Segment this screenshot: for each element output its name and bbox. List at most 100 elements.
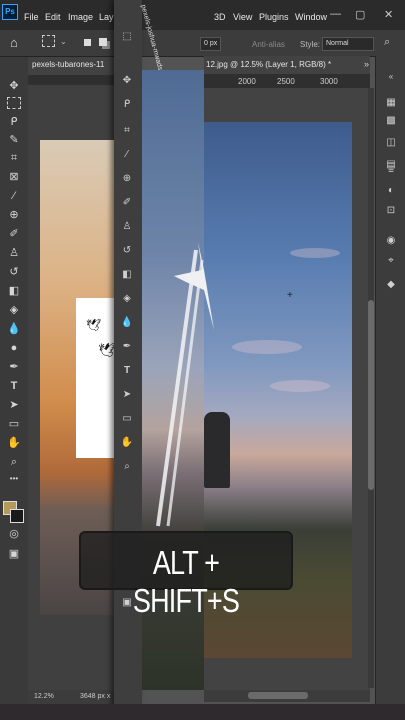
right-document-tab[interactable]: 12.jpg @ 12.5% (Layer 1, RGB/8) * bbox=[206, 60, 331, 69]
color-panel-icon[interactable]: ▦ bbox=[384, 96, 398, 110]
stamp-tool-icon[interactable]: ♙ bbox=[120, 220, 134, 234]
photoshop-logo: Ps bbox=[2, 4, 18, 20]
zoom-level[interactable]: 12.2% bbox=[34, 693, 54, 700]
type-tool-icon[interactable]: T bbox=[6, 379, 22, 393]
hand-tool-icon[interactable]: ✋ bbox=[120, 436, 134, 450]
dodge-tool-icon[interactable]: ● bbox=[6, 341, 22, 355]
add-selection-icon[interactable] bbox=[99, 38, 107, 46]
layers-panel-icon[interactable]: ◆ bbox=[384, 278, 398, 292]
history-brush-icon[interactable]: ↺ bbox=[120, 244, 134, 258]
cloud bbox=[290, 248, 340, 258]
home-icon[interactable]: ⌂ bbox=[10, 35, 18, 50]
blur-tool-icon[interactable]: 💧 bbox=[6, 322, 22, 336]
rectangle-tool-icon[interactable]: ▭ bbox=[6, 417, 22, 431]
chevron-down-icon[interactable]: ⌄ bbox=[60, 37, 67, 46]
anti-alias-label[interactable]: Anti-alias bbox=[252, 40, 285, 49]
taskbar-strip bbox=[0, 704, 405, 720]
collapse-chevron-icon[interactable]: « bbox=[384, 70, 398, 84]
eraser-tool-icon[interactable]: ◧ bbox=[6, 284, 22, 298]
eraser-tool-icon[interactable]: ◧ bbox=[120, 268, 134, 282]
paint-bucket-icon[interactable]: ◈ bbox=[120, 292, 134, 306]
blur-tool-icon[interactable]: 💧 bbox=[120, 316, 134, 330]
background-color-swatch[interactable] bbox=[10, 509, 24, 523]
hand-tool-icon[interactable]: ✋ bbox=[6, 436, 22, 450]
lasso-tool-icon[interactable]: ᑭ bbox=[120, 98, 134, 112]
menu-3d[interactable]: 3D bbox=[214, 12, 226, 22]
options-bar: ⌂ ⌄ 0 px Anti-alias Style: Normal ⌕ bbox=[0, 30, 405, 57]
menu-bar: Ps File Edit Image Lay 3D View Plugins W… bbox=[0, 0, 405, 30]
menu-image[interactable]: Image bbox=[68, 12, 93, 22]
white-selection-area: 🕊 🕊 bbox=[76, 298, 118, 458]
bird-icon: 🕊 bbox=[86, 318, 102, 332]
zoom-tool-icon[interactable]: ⌕ bbox=[6, 455, 22, 469]
path-select-icon[interactable]: ➤ bbox=[6, 398, 22, 412]
screen-mode-icon[interactable]: ▣ bbox=[6, 547, 22, 561]
search-icon[interactable]: ⌕ bbox=[384, 36, 390, 49]
horizontal-scroll-thumb[interactable] bbox=[248, 692, 308, 699]
marquee-tool-icon[interactable] bbox=[7, 97, 21, 109]
swatches-panel-icon[interactable]: ▩ bbox=[384, 114, 398, 128]
lasso-tool-icon[interactable]: ᑭ bbox=[6, 115, 22, 129]
quick-select-icon[interactable]: ✎ bbox=[6, 133, 22, 147]
pen-tool-icon[interactable]: ✒ bbox=[120, 340, 134, 354]
path-select-icon[interactable]: ➤ bbox=[120, 388, 134, 402]
marquee-icon[interactable] bbox=[42, 35, 55, 47]
brush-tool-icon[interactable]: ✐ bbox=[6, 227, 22, 241]
marquee-tool-icon[interactable]: ⬚ bbox=[120, 30, 134, 44]
right-panel-dock: « ▦ ▩ ◫ ▤ ≡ ◐ ⊡ ◉ ⌖ ◆ bbox=[375, 56, 405, 720]
rectangle-tool-icon[interactable]: ▭ bbox=[120, 412, 134, 426]
eyedropper-icon[interactable]: ⁄ bbox=[6, 189, 22, 203]
brush-tool-icon[interactable]: ✐ bbox=[120, 196, 134, 210]
pen-tool-icon[interactable]: ✒ bbox=[6, 360, 22, 374]
airplane-graphic bbox=[156, 242, 214, 527]
minimize-icon[interactable]: — bbox=[330, 8, 341, 20]
feather-input[interactable]: 0 px bbox=[200, 37, 222, 51]
menu-layer[interactable]: Lay bbox=[99, 12, 114, 22]
crop-tool-icon[interactable]: ⌗ bbox=[6, 151, 22, 165]
left-document-tab[interactable]: pexels-tubarones-11 bbox=[32, 60, 104, 69]
menu-window[interactable]: Window bbox=[295, 12, 327, 22]
left-toolbar: ✥ ᑭ ✎ ⌗ ⊠ ⁄ ⊕ ✐ ♙ ↺ ◧ ◈ 💧 ● ✒ T ➤ ▭ ✋ ⌕ … bbox=[0, 57, 29, 720]
cloud bbox=[232, 340, 302, 354]
vertical-scroll-thumb[interactable] bbox=[368, 300, 374, 490]
style-select[interactable]: Normal bbox=[322, 37, 374, 51]
ruler-label: 2000 bbox=[238, 77, 256, 86]
gradient-panel-icon[interactable]: ◫ bbox=[384, 136, 398, 150]
quick-mask-icon[interactable]: ◎ bbox=[6, 527, 22, 541]
channels-panel-icon[interactable]: ◉ bbox=[384, 234, 398, 248]
move-tool-icon[interactable]: ✥ bbox=[6, 79, 22, 93]
shortcut-caption-text: ALT + SHIFT+S bbox=[132, 544, 240, 619]
menu-view[interactable]: View bbox=[233, 12, 252, 22]
contrail bbox=[166, 259, 204, 527]
type-tool-icon[interactable]: T bbox=[120, 364, 134, 378]
new-selection-icon[interactable] bbox=[84, 39, 91, 46]
contrail bbox=[156, 249, 198, 527]
healing-brush-icon[interactable]: ⊕ bbox=[6, 208, 22, 222]
properties-panel-icon[interactable]: ◐ bbox=[384, 184, 398, 198]
eyedropper-icon[interactable]: ⁄ bbox=[120, 148, 134, 162]
move-tool-icon[interactable]: ✥ bbox=[120, 74, 134, 88]
frame-tool-icon[interactable]: ⊠ bbox=[6, 170, 22, 184]
healing-brush-icon[interactable]: ⊕ bbox=[120, 172, 134, 186]
crosshair-cursor-icon: + bbox=[287, 290, 293, 301]
close-icon[interactable]: ✕ bbox=[384, 8, 393, 21]
maximize-icon[interactable]: ▢ bbox=[355, 8, 365, 21]
menu-edit[interactable]: Edit bbox=[45, 12, 61, 22]
stamp-tool-icon[interactable]: ♙ bbox=[6, 246, 22, 260]
crop-tool-icon[interactable]: ⌗ bbox=[120, 124, 134, 138]
paths-panel-icon[interactable]: ⌖ bbox=[384, 254, 398, 268]
document-size: 3648 px x bbox=[80, 693, 111, 700]
adjustments-panel-icon[interactable]: ≡ bbox=[384, 164, 398, 178]
cloud bbox=[270, 380, 330, 392]
style-label: Style: bbox=[300, 40, 321, 49]
menu-plugins[interactable]: Plugins bbox=[259, 12, 289, 22]
zoom-tool-icon[interactable]: ⌕ bbox=[120, 460, 134, 474]
menu-file[interactable]: File bbox=[24, 12, 39, 22]
ruler-label: 2500 bbox=[277, 77, 295, 86]
panel-collapse-icon[interactable]: » bbox=[364, 59, 369, 69]
history-brush-icon[interactable]: ↺ bbox=[6, 265, 22, 279]
libraries-panel-icon[interactable]: ⊡ bbox=[384, 204, 398, 218]
paint-bucket-icon[interactable]: ◈ bbox=[6, 303, 22, 317]
ruler-label: 3000 bbox=[320, 77, 338, 86]
more-tools-icon[interactable]: ••• bbox=[6, 472, 22, 486]
